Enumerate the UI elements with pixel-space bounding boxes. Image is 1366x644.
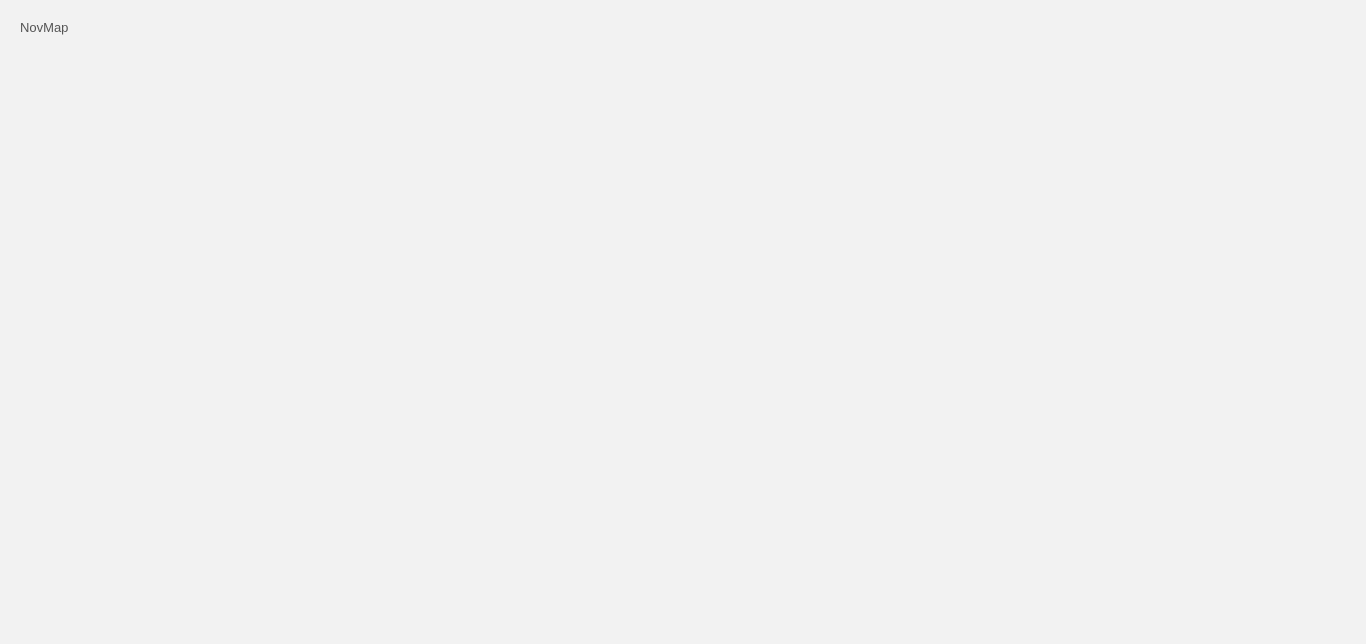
page: NovMap <box>0 0 1366 644</box>
app-title: NovMap <box>20 20 69 35</box>
app-placeholder: NovMap <box>0 0 1366 644</box>
